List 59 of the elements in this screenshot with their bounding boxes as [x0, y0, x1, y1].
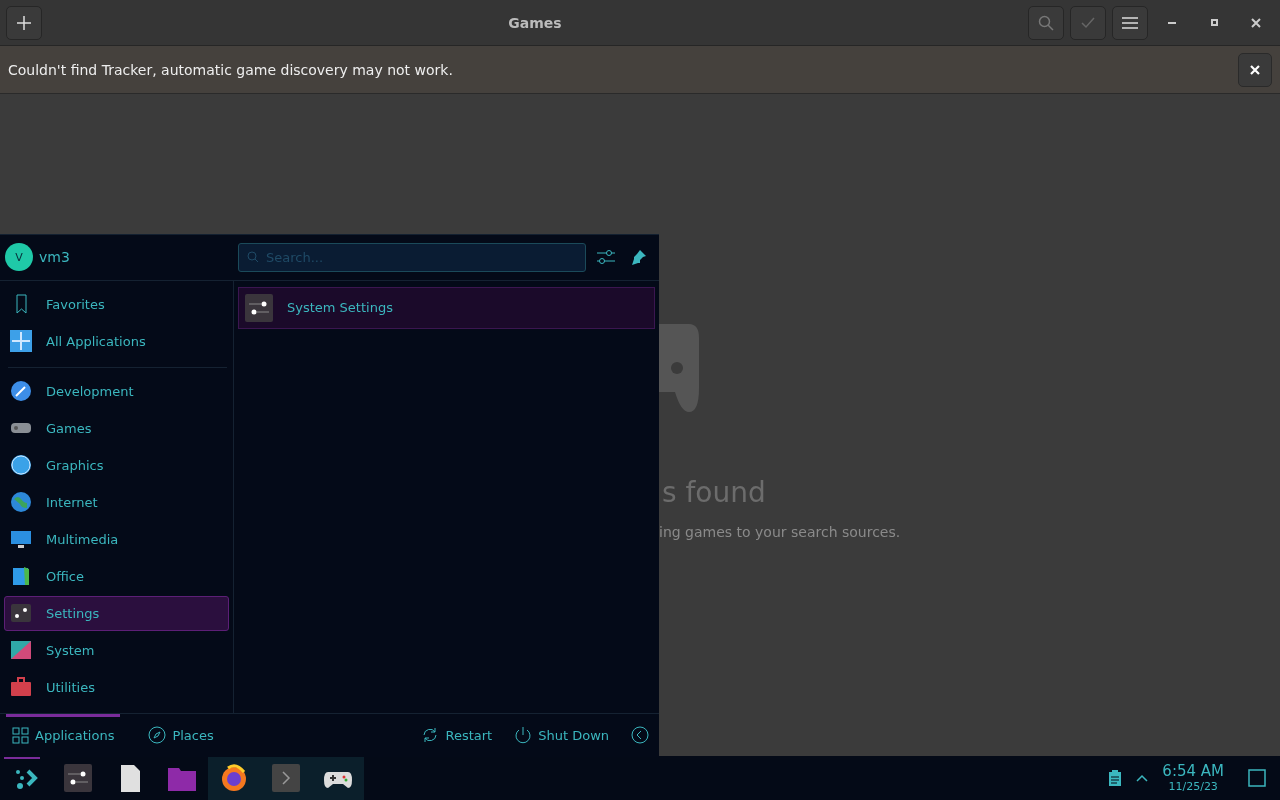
empty-state-text: ing games to your search sources.: [659, 524, 901, 540]
sliders-icon[interactable]: [64, 764, 92, 792]
category-icon: [10, 676, 32, 699]
menu-icon: [1122, 16, 1138, 29]
sidebar-item[interactable]: Favorites: [4, 286, 229, 322]
clipboard-icon[interactable]: [1108, 769, 1123, 787]
grid-icon: [12, 726, 29, 744]
clock-date: 11/25/23: [1168, 780, 1218, 793]
menu-tab[interactable]: Applications: [6, 713, 121, 757]
window-title: Games: [507, 14, 563, 31]
user-name: vm3: [39, 249, 70, 266]
power-icon: [514, 726, 533, 745]
chevron-left-icon[interactable]: [631, 726, 649, 745]
grid-icon: [10, 330, 32, 353]
search-icon: [1038, 14, 1054, 31]
chevron-up-icon[interactable]: [1136, 774, 1149, 782]
search-button[interactable]: [1028, 5, 1064, 40]
dismiss-button[interactable]: [1238, 52, 1272, 87]
category-item[interactable]: Office: [4, 558, 229, 594]
result-item[interactable]: System Settings: [238, 286, 655, 329]
clock-time: 6:54 AM: [1162, 763, 1224, 780]
category-item[interactable]: Games: [4, 410, 229, 446]
category-item[interactable]: Graphics: [4, 447, 229, 483]
category-item[interactable]: Multimedia: [4, 521, 229, 557]
category-icon: [10, 639, 32, 662]
sliders-icon: [245, 293, 273, 322]
user-avatar[interactable]: V: [5, 243, 33, 272]
category-item[interactable]: Settings: [4, 595, 229, 631]
category-icon: [10, 380, 32, 403]
power-action[interactable]: Restart: [421, 726, 493, 745]
info-message: Couldn't find Tracker, automatic game discovery may not work.: [8, 61, 454, 78]
plus-icon: [16, 14, 32, 31]
show-desktop-icon[interactable]: [1248, 769, 1266, 787]
compass-icon: [148, 726, 167, 745]
pin-icon[interactable]: [631, 249, 647, 266]
checkmark-icon: [1081, 16, 1095, 29]
close-icon: [1250, 64, 1260, 75]
sidebar-item[interactable]: All Applications: [4, 323, 229, 359]
category-item[interactable]: System: [4, 632, 229, 668]
minimize-icon: [1168, 21, 1176, 24]
category-icon: [10, 491, 32, 514]
menu-button[interactable]: [1112, 5, 1148, 40]
sliders-icon[interactable]: [597, 249, 615, 266]
maximize-icon: [1210, 19, 1218, 26]
close-icon: [1251, 17, 1261, 28]
browser-icon[interactable]: [220, 764, 248, 792]
menu-tab[interactable]: Places: [142, 713, 220, 757]
category-item[interactable]: Internet: [4, 484, 229, 520]
refresh-icon: [421, 726, 440, 745]
search-icon: [247, 250, 259, 263]
power-action[interactable]: Shut Down: [514, 726, 609, 745]
category-icon: [10, 565, 32, 588]
category-item[interactable]: Utilities: [4, 669, 229, 705]
add-button[interactable]: [6, 5, 42, 40]
clock[interactable]: 6:54 AM 11/25/23: [1162, 763, 1224, 793]
category-icon: [10, 528, 32, 551]
category-item[interactable]: Development: [4, 373, 229, 409]
category-icon: [10, 602, 32, 625]
category-icon: [10, 454, 32, 477]
